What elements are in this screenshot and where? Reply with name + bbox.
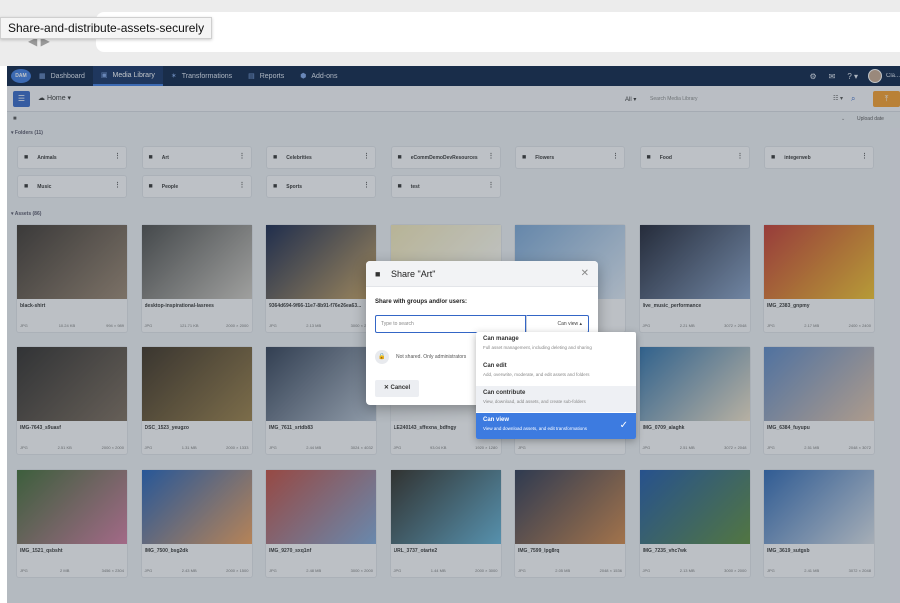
share-search-input[interactable]: Type to search <box>375 315 526 333</box>
dialog-header: ■ Share "Art" ✕ <box>366 261 598 287</box>
perm-option-can-contribute[interactable]: Can contribute View, download, add asset… <box>476 386 636 412</box>
permission-select[interactable]: Can view ▴ <box>526 315 589 333</box>
perm-option-can-view[interactable]: Can view View and download assets, and e… <box>476 413 636 439</box>
tooltip: Share-and-distribute-assets-securely <box>0 17 213 39</box>
not-shared-text: Not shared. Only administrators <box>396 354 467 360</box>
folder-icon: ■ <box>375 269 381 279</box>
close-icon[interactable]: ✕ <box>581 268 589 279</box>
perm-option-can-edit[interactable]: Can edit Add, overwrite, moderate, and e… <box>476 359 636 385</box>
cancel-button[interactable]: ✕ Cancel <box>375 380 419 397</box>
lock-icon: 🔒 <box>375 350 389 364</box>
share-label: Share with groups and/or users: <box>375 299 468 305</box>
dialog-title: Share "Art" <box>391 269 436 279</box>
permission-menu: Can manage Full asset management, includ… <box>476 332 636 439</box>
browser-address-bar[interactable] <box>96 12 900 52</box>
perm-option-can-manage[interactable]: Can manage Full asset management, includ… <box>476 332 636 358</box>
check-icon: ✓ <box>619 420 628 431</box>
